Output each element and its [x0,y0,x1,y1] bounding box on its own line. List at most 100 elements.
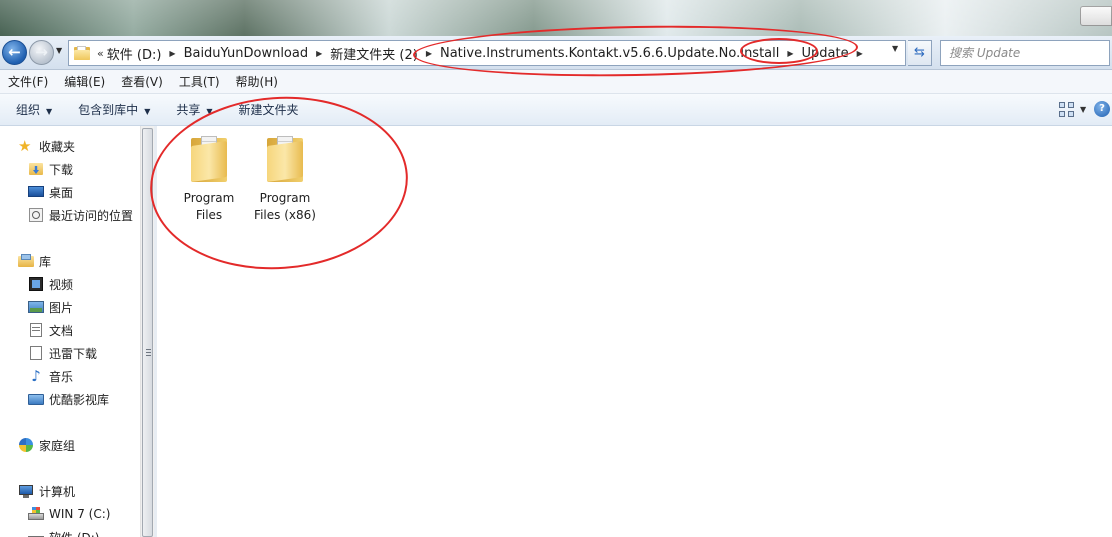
recent-places-icon [28,207,44,223]
drive-icon [28,506,44,522]
navigation-bar: ← → ▼ « 软件 (D:) ▶ BaiduYunDownload ▶ 新建文… [0,36,1112,70]
scrollbar-thumb[interactable] [142,128,153,537]
breadcrumb-chevron-icon[interactable]: ▶ [313,49,325,58]
nav-item-thunder-downloads[interactable]: 迅雷下载 [28,343,97,363]
include-in-library-label: 包含到库中 [78,103,139,117]
document-icon [28,322,44,338]
breadcrumb-kontakt-update[interactable]: Native.Instruments.Kontakt.v5.6.6.Update… [435,46,784,61]
share-label: 共享 [176,103,201,117]
breadcrumb-drive-d[interactable]: 软件 (D:) [102,44,167,63]
nav-item-label: 下载 [49,162,74,177]
address-bar[interactable]: « 软件 (D:) ▶ BaiduYunDownload ▶ 新建文件夹 (2)… [68,40,906,66]
nav-item-label: WIN 7 (C:) [49,507,111,521]
back-arrow-icon: ← [8,43,21,61]
menu-bar: 文件(F) 编辑(E) 查看(V) 工具(T) 帮助(H) [0,70,1112,94]
refresh-button[interactable]: ⇆ [908,40,932,66]
nav-item-label: 图片 [49,300,74,315]
breadcrumb-chevron-icon[interactable]: ▶ [854,49,866,58]
star-icon: ★ [18,137,32,155]
nav-item-label: 优酷影视库 [49,392,110,407]
desktop-icon [28,184,44,200]
organize-label: 组织 [16,103,41,117]
file-list-area[interactable]: Program Files Program Files (x86) [157,126,1112,537]
homegroup-icon [18,437,34,453]
navigation-pane-scrollbar[interactable] [140,126,154,537]
nav-item-label: 桌面 [49,185,74,200]
breadcrumb-chevron-icon[interactable]: ▶ [166,49,178,58]
help-icon: ? [1099,103,1105,114]
breadcrumb-chevron-icon[interactable]: ▶ [423,49,435,58]
folder-label-line: Files [195,208,223,222]
nav-homegroup[interactable]: 家庭组 [18,435,75,455]
forward-button[interactable]: → [29,40,54,65]
breadcrumb-baiduyundownload[interactable]: BaiduYunDownload [179,46,314,61]
folder-item[interactable]: Program Files [171,134,247,224]
nav-favorites[interactable]: ★ 收藏夹 [18,136,75,156]
forward-arrow-icon: → [35,43,48,61]
search-input[interactable] [941,41,1109,65]
recent-pages-dropdown-icon[interactable]: ▼ [56,46,62,55]
nav-item-youku-library[interactable]: 优酷影视库 [28,389,109,409]
menu-edit[interactable]: 编辑(E) [56,73,113,90]
chevron-down-icon: ▼ [144,107,151,116]
help-button[interactable]: ? [1094,101,1110,117]
downloads-folder-icon [28,161,44,177]
breadcrumb-chevron-icon[interactable]: ▶ [784,49,796,58]
new-folder-button[interactable]: 新建文件夹 [223,101,309,118]
nav-item-videos[interactable]: 视频 [28,274,73,294]
folder-label-line: Program [183,191,235,205]
view-grid-icon [1059,102,1065,108]
back-button[interactable]: ← [2,40,27,65]
window-control-button[interactable] [1080,6,1112,26]
change-view-button[interactable] [1058,101,1078,119]
nav-homegroup-label: 家庭组 [39,438,76,453]
chevron-down-icon: ▼ [46,107,53,116]
menu-help[interactable]: 帮助(H) [228,73,286,90]
menu-view[interactable]: 查看(V) [113,73,171,90]
navigation-pane: ★ 收藏夹 下载 桌面 最近访问的位置 库 视频 图片 文档 迅雷下载 ♪ 音乐… [0,126,140,537]
scrollbar-grip-icon [146,349,151,356]
library-folder-icon [28,345,44,361]
refresh-icon: ⇆ [914,45,925,60]
video-icon [28,276,44,292]
youku-library-icon [28,391,44,407]
window-title-strip [0,0,1112,36]
nav-item-label: 软件 (D:) [49,529,99,537]
nav-item-downloads[interactable]: 下载 [28,159,73,179]
address-dropdown-icon[interactable]: ▼ [892,44,898,53]
search-box[interactable] [940,40,1110,66]
nav-favorites-label: 收藏夹 [39,139,76,154]
folder-icon [74,46,90,60]
nav-item-music[interactable]: ♪ 音乐 [28,366,73,386]
folder-label: Program Files (x86) [247,190,323,224]
folder-item[interactable]: Program Files (x86) [247,134,323,224]
nav-item-pictures[interactable]: 图片 [28,297,73,317]
command-bar: 组织 ▼ 包含到库中 ▼ 共享 ▼ 新建文件夹 ▼ ? [0,94,1112,126]
share-button[interactable]: 共享 ▼ [160,101,222,118]
menu-file[interactable]: 文件(F) [0,73,56,90]
drive-icon [28,529,44,537]
breadcrumb-update[interactable]: Update [797,46,854,61]
menu-tools[interactable]: 工具(T) [171,73,228,90]
folder-icon [263,134,307,184]
folder-label-line: Program [259,191,311,205]
nav-item-drive-d[interactable]: 软件 (D:) [28,527,99,537]
folder-icon [187,134,231,184]
music-note-icon: ♪ [31,367,41,385]
computer-icon [18,483,34,499]
libraries-icon [18,253,34,269]
nav-item-label: 迅雷下载 [49,346,98,361]
nav-computer[interactable]: 计算机 [18,481,75,501]
nav-libraries[interactable]: 库 [18,251,51,271]
view-options-dropdown-icon[interactable]: ▼ [1080,105,1086,114]
breadcrumb-new-folder-2[interactable]: 新建文件夹 (2) [325,44,423,63]
nav-item-desktop[interactable]: 桌面 [28,182,73,202]
nav-item-documents[interactable]: 文档 [28,320,73,340]
nav-item-drive-c[interactable]: WIN 7 (C:) [28,504,110,524]
nav-computer-label: 计算机 [39,484,76,499]
nav-item-label: 音乐 [49,369,74,384]
nav-libraries-label: 库 [39,254,52,269]
nav-item-recent-places[interactable]: 最近访问的位置 [28,205,133,225]
organize-button[interactable]: 组织 ▼ [0,101,62,118]
include-in-library-button[interactable]: 包含到库中 ▼ [62,101,160,118]
